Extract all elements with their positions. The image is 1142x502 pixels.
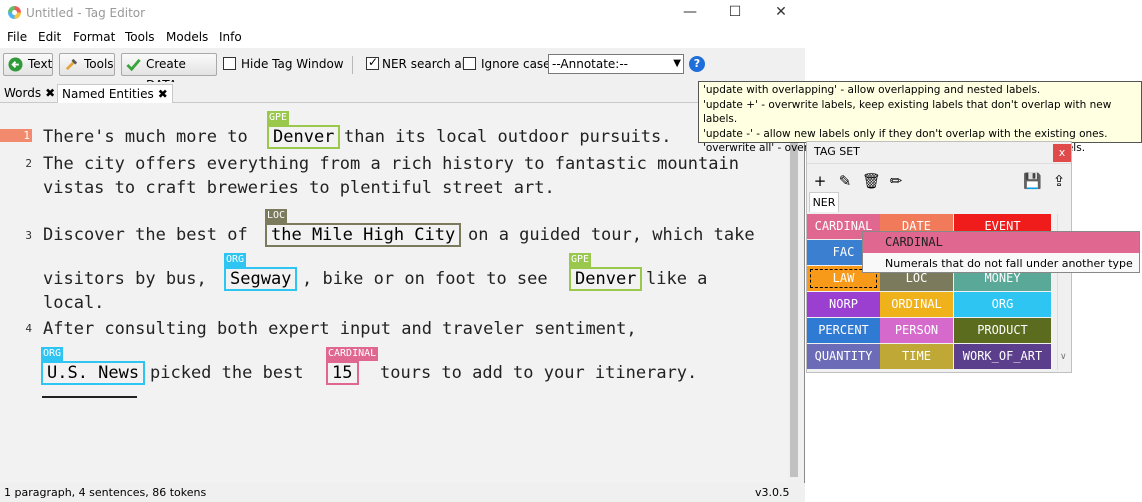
line-number: 2 <box>25 157 32 170</box>
ignore-case-checkbox[interactable] <box>463 57 476 70</box>
menu-file[interactable]: File <box>7 30 27 44</box>
minimize-button[interactable]: — <box>680 3 700 21</box>
toolbar-divider <box>352 56 353 74</box>
version-label: v3.0.5 <box>755 486 790 499</box>
tag-ordinal[interactable]: ORDINAL <box>880 292 953 317</box>
editor-scrollbar[interactable] <box>788 103 800 483</box>
tag-description-popup: CARDINAL Numerals that do not fall under… <box>862 231 1140 273</box>
maximize-button[interactable]: ☐ <box>725 3 745 21</box>
sentence-text: tours to add to your itinerary. <box>380 363 698 383</box>
tag-set-title: TAG SET <box>814 145 860 158</box>
pencil-icon[interactable]: ✏ <box>887 172 905 190</box>
main-window: Untitled - Tag Editor — ☐ ✕ File Edit Fo… <box>0 0 805 502</box>
checkmark-icon <box>126 58 141 72</box>
eyedropper-icon[interactable]: ✎ <box>836 172 854 190</box>
tag-quantity[interactable]: QUANTITY <box>807 344 880 369</box>
tab-bar: Words ✖ Named Entities ✖ <box>0 82 805 103</box>
sentence-text: on a guided tour, which take <box>468 225 755 245</box>
tag-person[interactable]: PERSON <box>880 318 953 343</box>
tag-work-of-art[interactable]: WORK_OF_ART <box>954 344 1051 369</box>
menu-bar: File Edit Format Tools Models Info <box>0 26 805 48</box>
chevron-down-icon: ▼ <box>673 58 681 69</box>
tab-ner[interactable]: NER <box>809 192 839 212</box>
popup-tag-description: Numerals that do not fall under another … <box>885 257 1133 270</box>
text-underline <box>42 396 137 398</box>
entity-tag-org: ORG <box>41 347 64 361</box>
status-text: 1 paragraph, 4 sentences, 86 tokens <box>4 486 207 499</box>
menu-edit[interactable]: Edit <box>38 30 61 44</box>
entity-us-news[interactable]: U.S. News <box>41 361 146 385</box>
line-number: 4 <box>25 322 32 335</box>
entity-mile-high-city[interactable]: the Mile High City <box>265 223 462 247</box>
chevron-down-icon: ∨ <box>1060 352 1067 362</box>
menu-models[interactable]: Models <box>166 30 208 44</box>
entity-tag-loc: LOC <box>265 209 288 223</box>
tooltip-line: 'update +' - overwrite labels, keep exis… <box>703 98 1112 126</box>
app-logo-icon <box>8 6 21 19</box>
line-number: 1 <box>0 129 32 142</box>
entity-denver[interactable]: Denver <box>267 125 341 149</box>
upload-icon[interactable]: ⇪ <box>1050 172 1068 190</box>
sentence-text: After consulting both expert input and t… <box>43 319 637 339</box>
arrow-left-icon <box>8 57 23 72</box>
menu-tools[interactable]: Tools <box>125 30 155 44</box>
text-button[interactable]: Text <box>3 53 53 76</box>
add-icon[interactable]: + <box>811 172 829 190</box>
entity-segway[interactable]: Segway <box>224 267 298 291</box>
tab-words[interactable]: Words ✖ <box>0 84 59 103</box>
tooltip-line: 'update -' - allow new labels only if th… <box>703 127 1108 140</box>
save-icon[interactable]: 💾 <box>1023 172 1042 190</box>
hide-tag-window-checkbox[interactable] <box>223 57 236 70</box>
sentence-text: The city offers everything from a rich h… <box>43 154 739 174</box>
close-window-button[interactable]: ✕ <box>771 3 791 21</box>
sentence-text: There's much more to <box>43 127 248 147</box>
ner-search-all-checkbox[interactable] <box>366 55 379 70</box>
ner-search-all-label: NER search all <box>382 57 469 71</box>
entity-tag-org: ORG <box>224 253 247 267</box>
menu-format[interactable]: Format <box>73 30 115 44</box>
tools-button[interactable]: Tools <box>59 53 115 76</box>
sentence-text: local. <box>43 293 105 313</box>
popup-tag-label: CARDINAL <box>863 232 1139 253</box>
sentence-text: Discover the best of <box>43 225 248 245</box>
annotate-dropdown[interactable]: --Annotate:-- ▼ <box>548 54 684 74</box>
tooltip-line: 'update with overlapping' - allow overla… <box>703 84 1041 96</box>
tools-icon <box>65 58 78 71</box>
annotate-tooltip: 'update with overlapping' - allow overla… <box>698 81 1142 154</box>
sentence-text: , bike or on foot to see <box>302 269 548 289</box>
close-tab-icon[interactable]: ✖ <box>158 87 168 101</box>
sentence-text: vistas to craft breweries to plentiful s… <box>43 178 555 198</box>
title-bar: Untitled - Tag Editor — ☐ ✕ <box>0 0 805 26</box>
sentence-text: like a <box>646 269 708 289</box>
menu-info[interactable]: Info <box>219 30 242 44</box>
window-title: Untitled - Tag Editor <box>26 6 146 20</box>
status-bar: 1 paragraph, 4 sentences, 86 tokens v3.0… <box>0 483 805 502</box>
entity-15[interactable]: 15 <box>326 361 359 385</box>
entity-tag-gpe: GPE <box>569 253 592 267</box>
help-icon[interactable]: ? <box>689 56 705 72</box>
ignore-case-label: Ignore case <box>481 57 551 71</box>
create-data-button[interactable]: Create DATA <box>121 53 217 92</box>
line-number: 3 <box>25 229 32 242</box>
tag-set-header: TAG SET x <box>807 142 1071 164</box>
tag-norp[interactable]: NORP <box>807 292 880 317</box>
tag-org[interactable]: ORG <box>954 292 1051 317</box>
trash-icon[interactable]: 🗑 <box>862 172 881 190</box>
close-tab-icon[interactable]: ✖ <box>45 86 55 100</box>
toolbar: Text Tools Create DATA Hide Tag Window N… <box>0 48 805 92</box>
hide-tag-window-label: Hide Tag Window <box>241 57 344 71</box>
sentence-text: visitors by bus, <box>43 269 207 289</box>
scrollbar-thumb[interactable] <box>790 117 798 477</box>
sentence-text: than its local outdoor pursuits. <box>344 127 672 147</box>
tag-percent[interactable]: PERCENT <box>807 318 880 343</box>
entity-tag-gpe: GPE <box>267 111 290 125</box>
entity-denver[interactable]: Denver <box>569 267 643 291</box>
tag-product[interactable]: PRODUCT <box>954 318 1051 343</box>
tab-named-entities[interactable]: Named Entities ✖ <box>57 84 173 103</box>
close-tagset-button[interactable]: x <box>1053 144 1071 162</box>
text-editor[interactable]: 1 2 3 4 There's much more to GPE Denver … <box>0 103 800 483</box>
sentence-text: picked the best <box>150 363 304 383</box>
tag-time[interactable]: TIME <box>880 344 953 369</box>
entity-tag-cardinal: CARDINAL <box>326 347 379 361</box>
